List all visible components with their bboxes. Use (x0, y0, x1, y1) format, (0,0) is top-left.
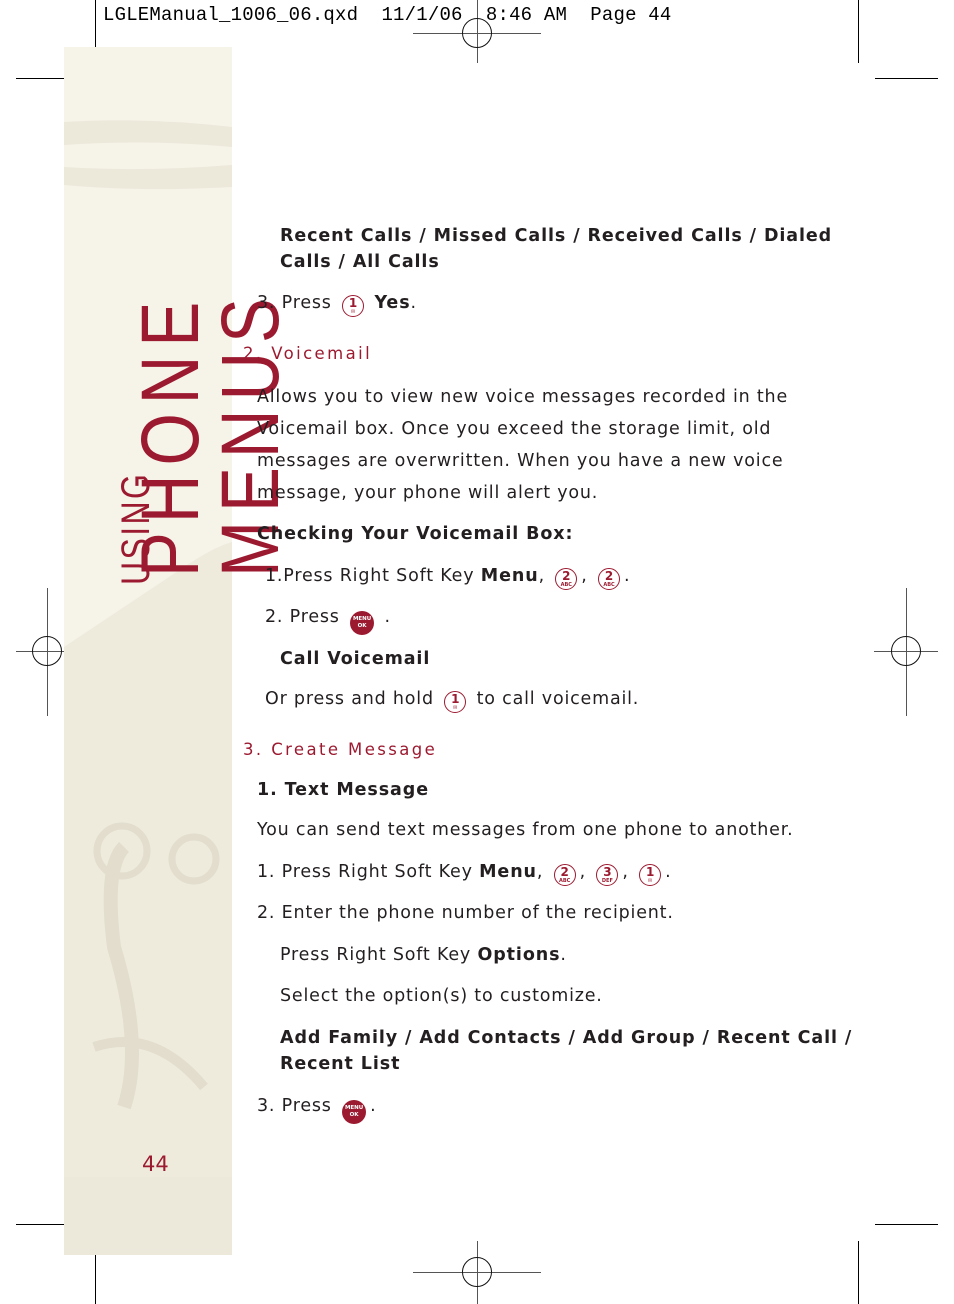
recipient-choices-line1: Add Family / Add Contacts / Add Group / … (280, 1028, 853, 1048)
recent-calls-options-line1: Recent Calls / Missed Calls / Received C… (280, 226, 833, 246)
call-voicemail-option: Call Voicemail (280, 649, 431, 669)
voicemail-paragraph-line: messages are overwritten. When you have … (257, 451, 784, 471)
text-message-step-1: 1. Press Right Soft Key Menu, 2 ABC, 3 DEF… (257, 862, 672, 886)
checking-voicemail-heading: Checking Your Voicemail Box: (257, 524, 574, 544)
text-message-intro: You can send text messages from one phon… (257, 820, 794, 840)
chapter-title-rotated: USING PHONE MENUS (104, 105, 296, 585)
key-3-icon: 3 DEF (596, 864, 619, 886)
text-message-step-3: 3. Press MENU OK. (257, 1096, 376, 1124)
recent-calls-options-line2: Calls / All Calls (280, 252, 440, 272)
voicemail-paragraph-line: message, your phone will alert you. (257, 483, 599, 503)
text-message-heading: 1. Text Message (257, 780, 429, 800)
step-press-yes: 3. Press 1 ✉ Yes. (257, 293, 417, 317)
voicemail-step-2: 2. Press MENU OK . (265, 607, 391, 635)
chapter-title-big: PHONE MENUS (125, 289, 296, 577)
file-slug: LGLEManual_1006_06.qxd 11/1/06 8:46 AM P… (103, 4, 672, 26)
voicemail-hold-instruction: Or press and hold 1 ✉ to call voicemail. (265, 689, 640, 713)
voicemail-step-1: 1.Press Right Soft Key Menu, 2 ABC, 2 ABC. (265, 566, 631, 590)
menu-ok-key-icon: MENU OK (350, 611, 375, 635)
recipient-choices-line2: Recent List (280, 1054, 401, 1074)
options-instruction: Press Right Soft Key Options. (280, 945, 567, 965)
page-number: 44 (142, 1152, 169, 1176)
key-1-icon: 1 ✉ (444, 691, 467, 713)
key-2-icon: 2 ABC (555, 568, 578, 590)
key-1-icon: 1 ✉ (639, 864, 662, 886)
section-heading-voicemail: 2. Voicemail (243, 344, 373, 363)
menu-ok-key-icon: MENU OK (342, 1100, 367, 1124)
key-2-icon: 2 ABC (598, 568, 621, 590)
voicemail-paragraph-line: Voicemail box. Once you exceed the stora… (257, 419, 772, 439)
select-options-line: Select the option(s) to customize. (280, 986, 603, 1006)
key-1-icon: 1 ✉ (342, 295, 365, 317)
key-2-icon: 2 ABC (553, 864, 576, 886)
section-heading-create-message: 3. Create Message (243, 740, 438, 759)
text-message-step-2: 2. Enter the phone number of the recipie… (257, 903, 674, 923)
voicemail-paragraph-line: Allows you to view new voice messages re… (257, 387, 789, 407)
